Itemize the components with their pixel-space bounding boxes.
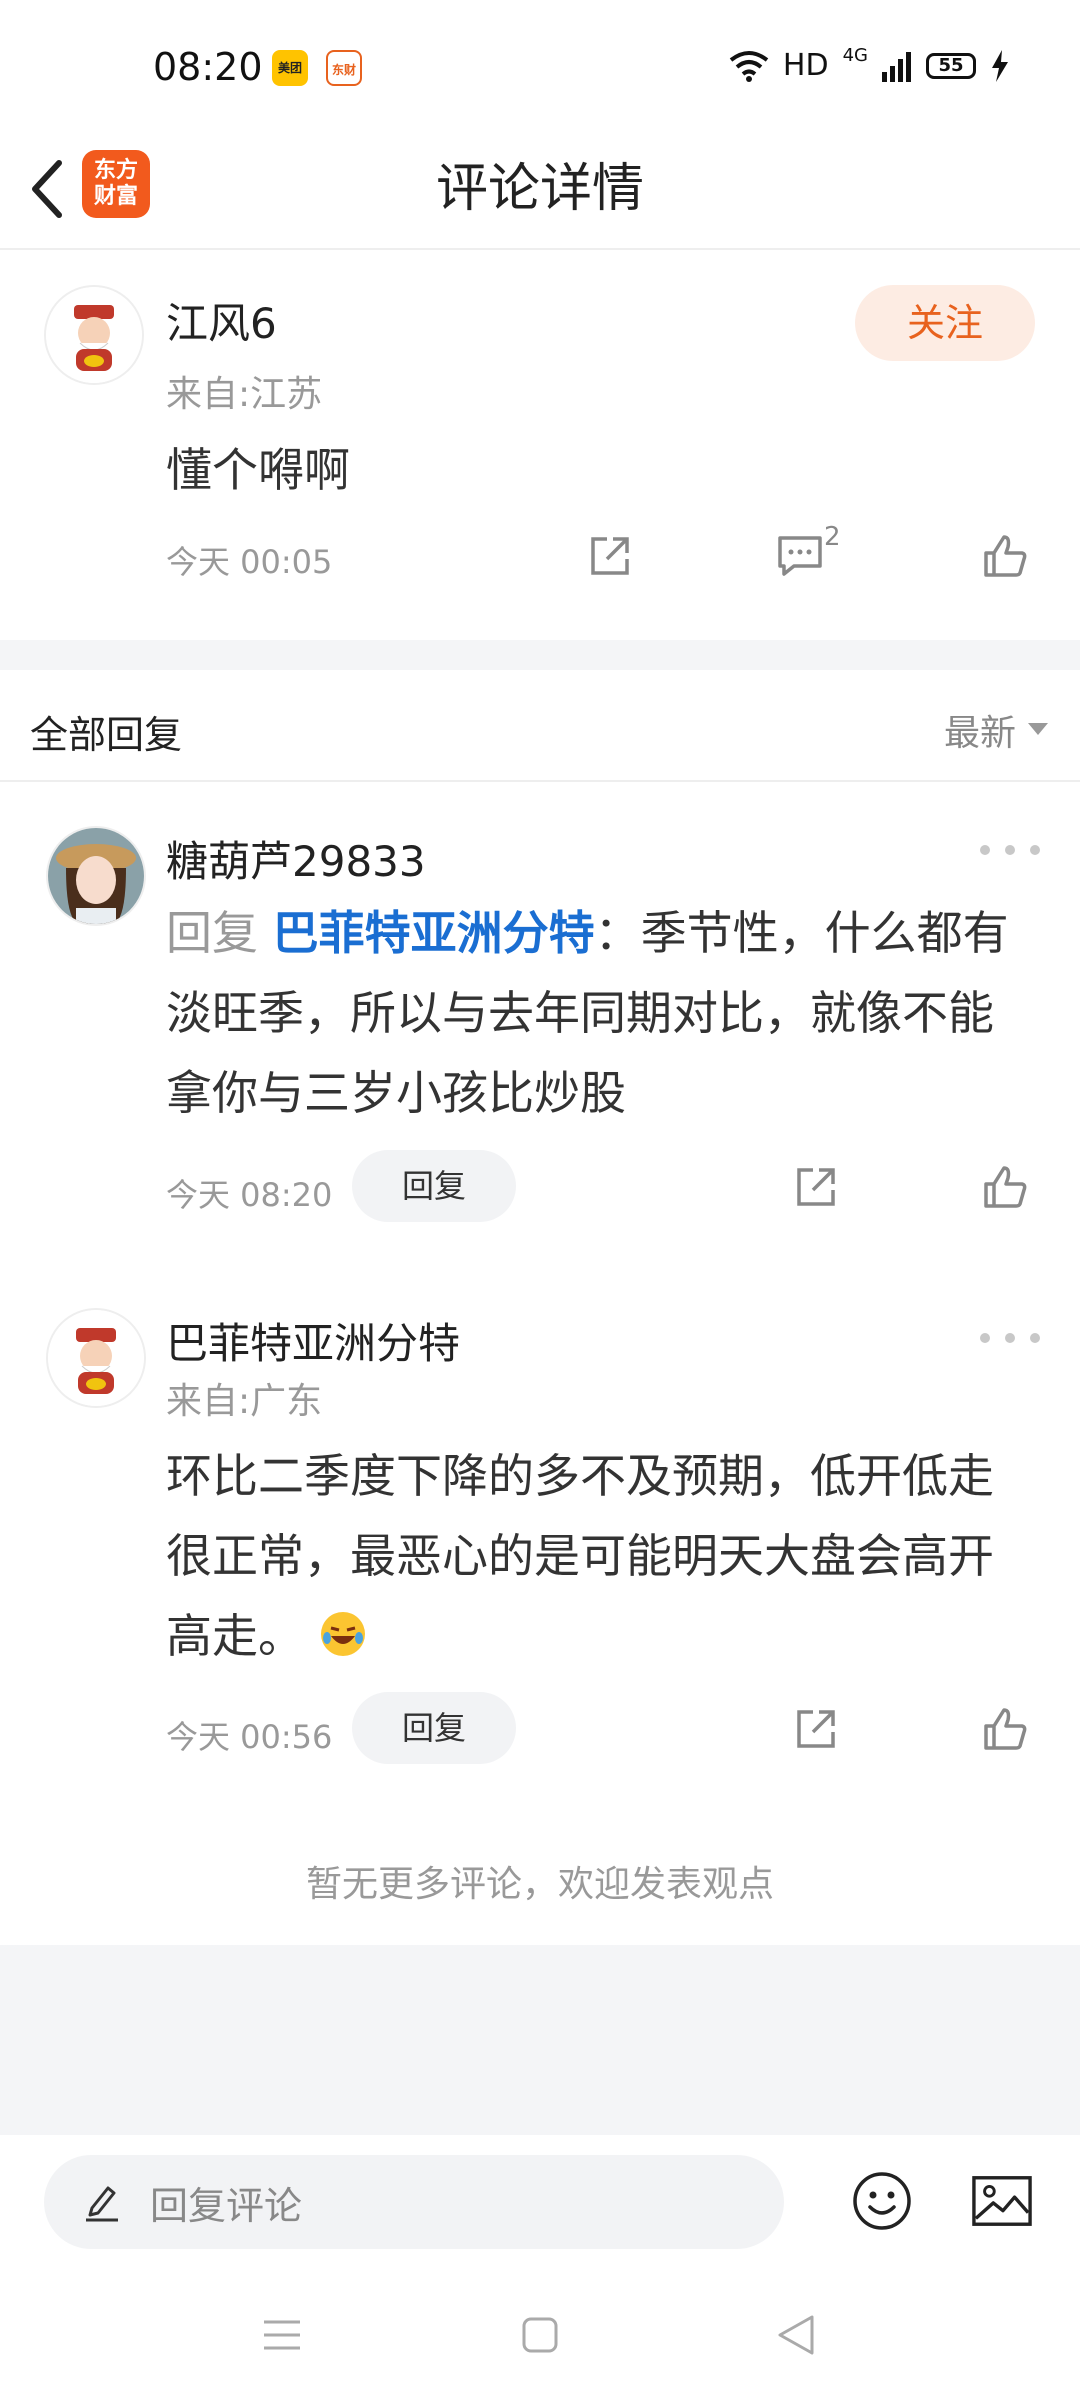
section-divider (0, 640, 1080, 670)
reply-username[interactable]: 巴菲特亚洲分特 (166, 1310, 460, 1371)
triangle-back-icon (778, 2315, 814, 2355)
follow-button[interactable]: 关注 (855, 285, 1035, 361)
charging-icon (992, 49, 1008, 82)
menu-icon (264, 2320, 300, 2350)
emoji-button[interactable] (852, 2171, 912, 2231)
image-button[interactable] (972, 2171, 1032, 2231)
avatar[interactable] (44, 285, 144, 385)
comment-location: 来自:江苏 (166, 374, 323, 415)
share-button[interactable] (786, 1699, 846, 1759)
share-icon (797, 1710, 835, 1748)
like-button[interactable] (975, 526, 1035, 586)
battery-icon: 55 (926, 52, 976, 79)
image-icon (972, 2176, 1032, 2226)
comment-count: 2 (824, 522, 841, 552)
reply-text: 环比二季度下降的多不及预期，低开低走很正常，最恶心的是可能明天大盘会高开高走。 (166, 1449, 994, 1663)
no-more-comments-note: 暂无更多评论，欢迎发表观点 (305, 1864, 774, 1905)
comment-time: 今天 00:05 (166, 543, 333, 581)
reply-username[interactable]: 糖葫芦29833 (166, 828, 426, 889)
share-icon (591, 537, 629, 575)
comment-count-button[interactable] (770, 526, 830, 586)
reply-input-placeholder: 回复评论 (150, 2183, 303, 2228)
share-icon (797, 1168, 835, 1206)
header: 东方 财富 评论详情 (0, 130, 1080, 250)
thumbs-up-icon (984, 535, 1027, 577)
nav-home-button[interactable] (510, 2305, 570, 2365)
thumbs-up-icon (984, 1166, 1027, 1208)
comment-username[interactable]: 江风6 (166, 290, 277, 351)
reply-avatar[interactable] (46, 1308, 146, 1408)
status-bar: 08:20 美团 东财 HD 4G 55 (0, 0, 1080, 130)
reply-content: 环比二季度下降的多不及预期，低开低走很正常，最恶心的是可能明天大盘会高开高走。 (166, 1436, 1016, 1676)
meituan-notification-icon: 美团 (272, 50, 308, 86)
reply-avatar[interactable] (46, 826, 146, 926)
sort-label: 最新 (943, 713, 1016, 754)
reply-button[interactable]: 回复 (352, 1150, 516, 1222)
caishen-avatar-icon (48, 1310, 144, 1406)
nav-menu-button[interactable] (252, 2305, 312, 2365)
smiley-icon (853, 2172, 911, 2230)
like-button[interactable] (975, 1157, 1035, 1217)
reply-target-link[interactable]: 巴菲特亚洲分特 (273, 906, 595, 960)
reply-location: 来自:广东 (166, 1381, 323, 1422)
bottom-reply-bar: 回复评论 (0, 2135, 1080, 2265)
laughing-emoji-icon (320, 1612, 365, 1656)
page-title: 评论详情 (435, 159, 644, 219)
reply-time: 今天 08:20 (166, 1176, 333, 1214)
reply-comment-input[interactable]: 回复评论 (44, 2155, 784, 2249)
wifi-icon (729, 50, 769, 82)
more-options-button[interactable] (980, 1328, 1040, 1348)
caret-down-icon (1028, 723, 1048, 735)
reply-prefix: 回复 (166, 906, 258, 960)
replies-title: 全部回复 (30, 713, 183, 757)
thumbs-up-icon (984, 1708, 1027, 1750)
caishen-avatar-icon (46, 287, 142, 383)
share-button[interactable] (786, 1157, 846, 1217)
network-type-label: HD (782, 48, 829, 83)
replies-header: 全部回复 最新 (0, 670, 1080, 782)
status-indicators: HD 4G 55 (729, 45, 1010, 83)
system-nav-bar (0, 2265, 1080, 2400)
empty-area (0, 1945, 1080, 2135)
comment-icon (778, 536, 822, 576)
more-options-button[interactable] (980, 840, 1040, 860)
share-button[interactable] (580, 526, 640, 586)
reply-time: 今天 00:56 (166, 1718, 333, 1756)
reply-button[interactable]: 回复 (352, 1692, 516, 1764)
sort-dropdown[interactable]: 最新 (944, 704, 1048, 756)
like-button[interactable] (975, 1699, 1035, 1759)
nav-back-button[interactable] (766, 2305, 826, 2365)
comment-content: 懂个嘚啊 (166, 443, 350, 497)
status-time: 08:20 (153, 45, 263, 89)
eastmoney-notification-icon: 东财 (326, 50, 362, 86)
pencil-icon (86, 2186, 118, 2222)
signal-type-label: 4G (842, 45, 868, 66)
square-icon (522, 2317, 558, 2353)
girl-avatar-icon (48, 828, 144, 924)
signal-strength-icon (882, 51, 911, 82)
reply-content: 回复 巴菲特亚洲分特：季节性，什么都有淡旺季，所以与去年同期对比，就像不能拿你与… (166, 893, 1016, 1133)
